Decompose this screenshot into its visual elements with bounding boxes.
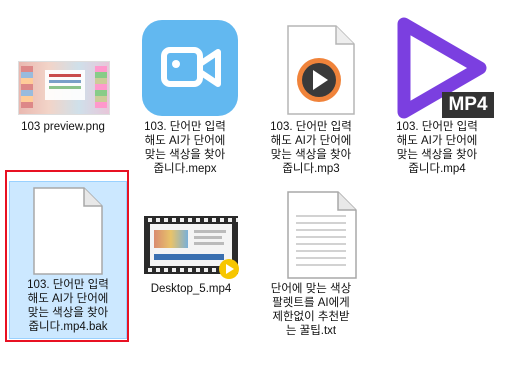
blank-document-icon bbox=[10, 182, 126, 275]
file-item-mp3[interactable]: 103. 단어만 입력 해도 AI가 단어에 맞는 색상을 찾아 줍니다.mp3 bbox=[250, 6, 372, 176]
file-item-mp4-bak[interactable]: 103. 단어만 입력 해도 AI가 단어에 맞는 색상을 찾아 줍니다.mp4… bbox=[9, 181, 127, 339]
file-name: 103. 단어만 입력 해도 AI가 단어에 맞는 색상을 찾아 줍니다.mp4 bbox=[396, 121, 478, 175]
media-player-document-icon bbox=[250, 6, 372, 115]
file-item-preview-png[interactable]: 103 preview.png bbox=[2, 6, 124, 134]
file-name: 103 preview.png bbox=[21, 121, 105, 133]
file-item-mepx[interactable]: 103. 단어만 입력 해도 AI가 단어에 맞는 색상을 찾아 줍니다.mep… bbox=[124, 6, 246, 176]
file-name: 103. 단어만 입력 해도 AI가 단어에 맞는 색상을 찾아 줍니다.mep… bbox=[144, 121, 226, 175]
play-badge-icon bbox=[219, 259, 239, 279]
file-item-txt[interactable]: 단어에 맞는 색상 팔렛트를 AI에게 제한없이 추천받 는 꿀팁.txt bbox=[250, 188, 372, 338]
file-name: Desktop_5.mp4 bbox=[150, 283, 232, 295]
file-name: 103. 단어만 입력 해도 AI가 단어에 맞는 색상을 찾아 줍니다.mp3 bbox=[270, 121, 352, 175]
file-name: 103. 단어만 입력 해도 AI가 단어에 맞는 색상을 찾아 줍니다.mp4… bbox=[27, 279, 109, 333]
mp4-badge: MP4 bbox=[442, 92, 494, 118]
file-name: 단어에 맞는 색상 팔렛트를 AI에게 제한없이 추천받 는 꿀팁.txt bbox=[270, 283, 352, 337]
video-thumbnail-icon bbox=[130, 188, 252, 280]
text-document-icon bbox=[250, 188, 372, 280]
image-thumbnail-icon bbox=[2, 6, 124, 115]
file-item-mp4[interactable]: MP4 103. 단어만 입력 해도 AI가 단어에 맞는 색상을 찾아 줍니다… bbox=[376, 6, 498, 176]
mp4-play-icon: MP4 bbox=[376, 6, 498, 119]
video-editor-icon bbox=[124, 6, 246, 116]
file-item-desktop-5[interactable]: Desktop_5.mp4 bbox=[130, 188, 252, 296]
